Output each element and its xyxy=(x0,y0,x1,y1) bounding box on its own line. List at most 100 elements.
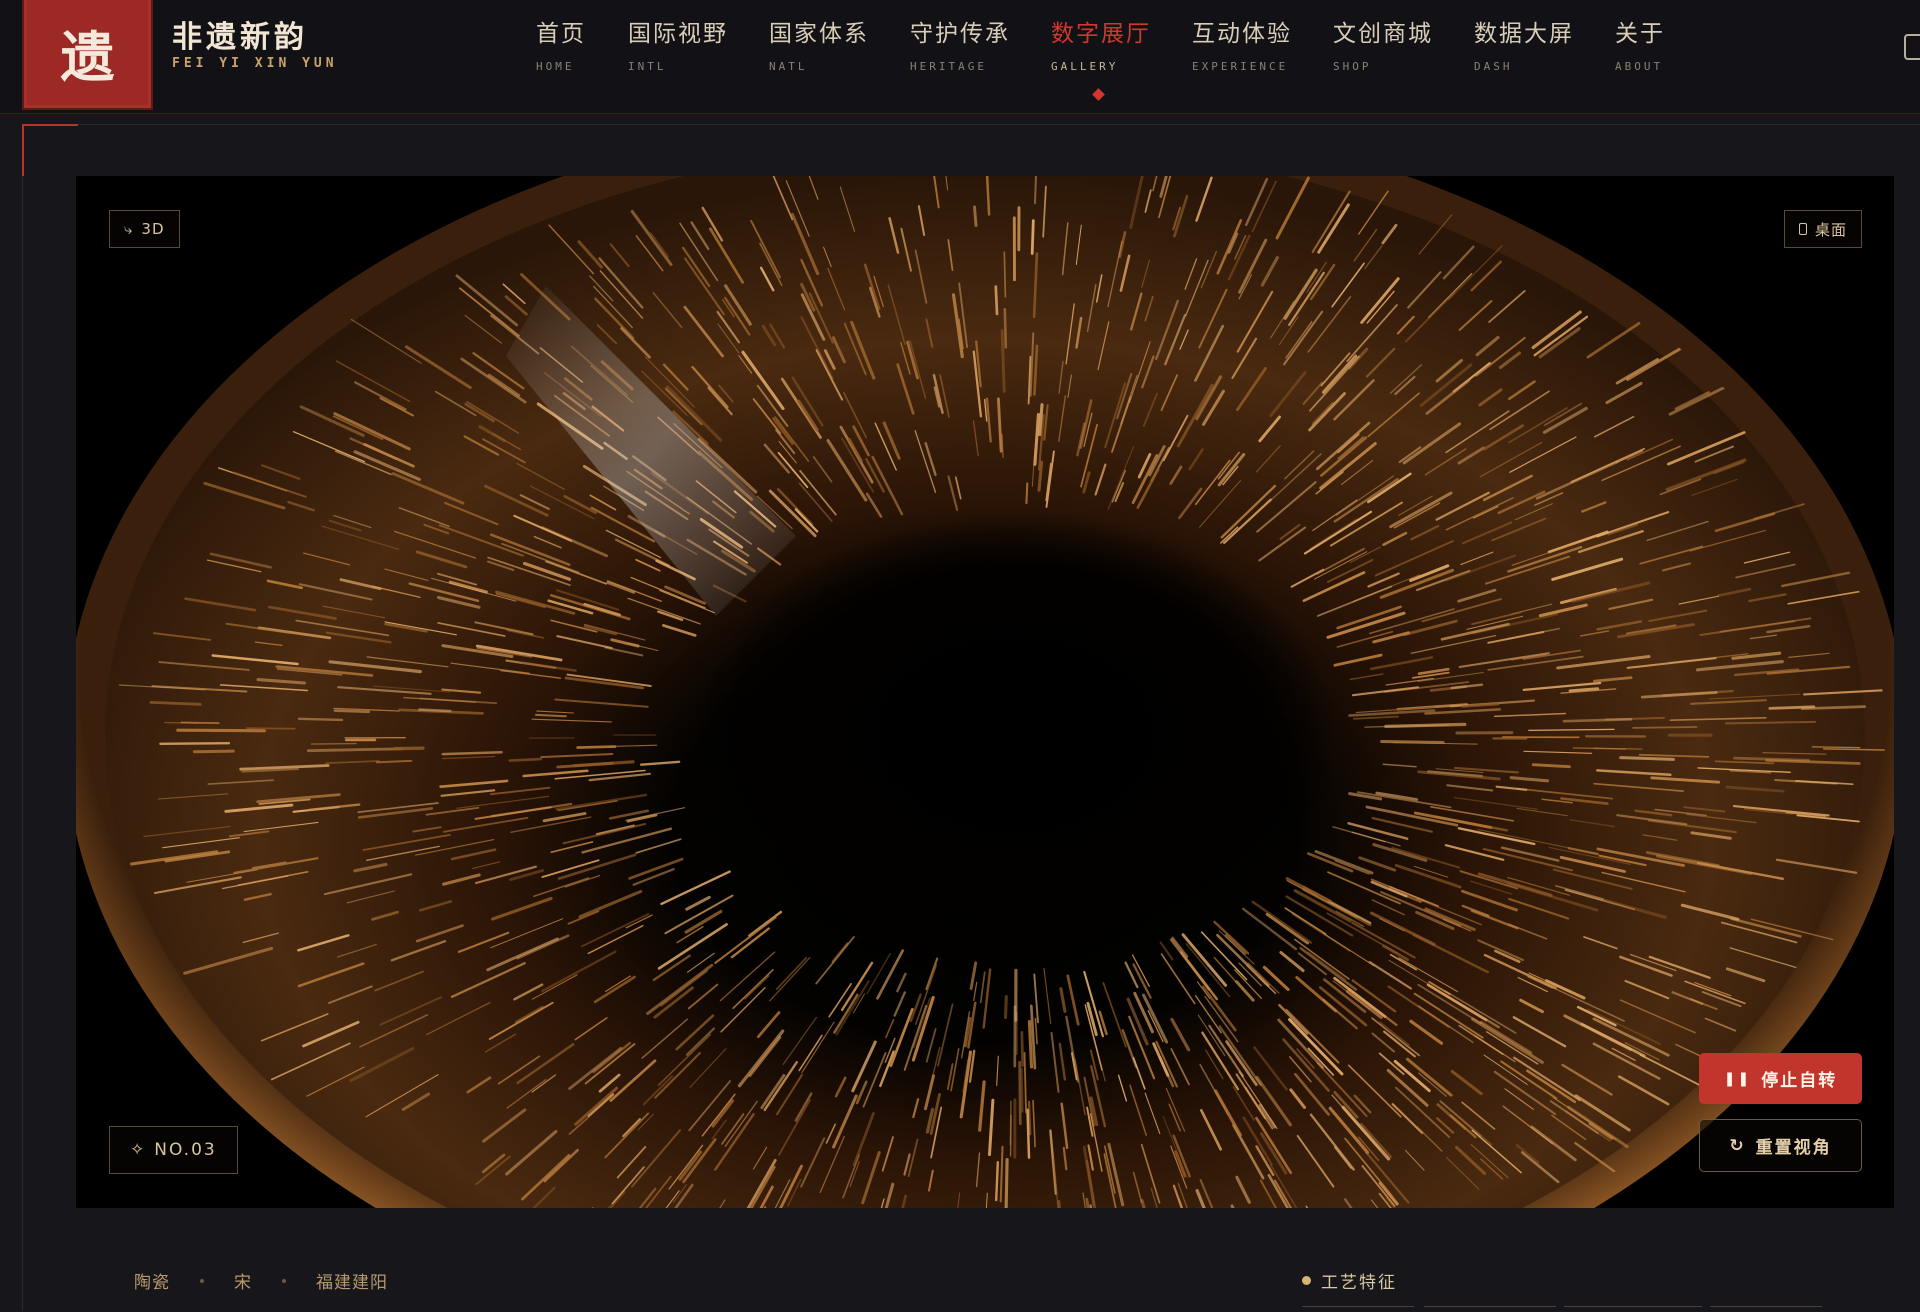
glaze-streak xyxy=(1028,1110,1030,1158)
glaze-streak xyxy=(419,710,450,711)
glaze-streak xyxy=(1533,765,1569,767)
glaze-streak xyxy=(1770,707,1814,709)
view-mode-chip[interactable]: ⤷ 3D xyxy=(109,210,180,248)
glaze-streak xyxy=(178,730,265,731)
bag-icon[interactable] xyxy=(1904,34,1920,60)
glaze-streak xyxy=(195,751,234,752)
bullet-dot xyxy=(1302,1276,1311,1285)
feature-tag[interactable] xyxy=(1564,1306,1702,1312)
nav-label: 国家体系 xyxy=(769,14,869,48)
device-mode-label: 桌面 xyxy=(1815,219,1847,240)
glaze-streak xyxy=(1382,742,1444,743)
glaze-streak xyxy=(996,287,997,314)
feature-tag[interactable] xyxy=(1424,1306,1556,1312)
device-icon xyxy=(1799,223,1807,235)
nav-item-about[interactable]: 关于 ABOUT xyxy=(1615,14,1665,73)
nav-item-heritage[interactable]: 守护传承 HERITAGE xyxy=(910,14,1010,73)
logo-seal[interactable]: 遗 xyxy=(24,0,151,108)
reset-view-button[interactable]: ↻ 重置视角 xyxy=(1699,1119,1862,1172)
rotate-3d-icon: ⤷ xyxy=(124,220,133,238)
nav-sublabel: HOME xyxy=(536,60,586,73)
nav-label: 关于 xyxy=(1615,14,1665,48)
brand-subtitle: FEI YI XIN YUN xyxy=(172,56,338,71)
nav-label: 文创商城 xyxy=(1333,14,1433,48)
glaze-streak xyxy=(1010,1101,1011,1144)
glaze-streak xyxy=(1621,758,1674,760)
active-nav-indicator xyxy=(1092,88,1105,101)
glaze-streak xyxy=(160,743,229,744)
nav-sublabel: EXPERIENCE xyxy=(1192,60,1292,73)
stop-rotation-label: 停止自转 xyxy=(1761,1066,1837,1091)
nav-label: 首页 xyxy=(536,14,586,48)
glaze-streak xyxy=(1022,1069,1023,1112)
glaze-streak xyxy=(1032,221,1033,254)
glaze-streak xyxy=(1020,1062,1021,1123)
glaze-streak xyxy=(335,711,369,712)
frame-corner-accent xyxy=(22,124,78,126)
glaze-streak xyxy=(1029,1022,1031,1067)
nav-item-natl[interactable]: 国家体系 NATL xyxy=(769,14,869,73)
sparkle-icon: ✧ xyxy=(130,1140,146,1160)
frame-divider xyxy=(78,124,1920,125)
reset-view-label: 重置视角 xyxy=(1756,1133,1832,1158)
top-header: 遗 非遗新韵 FEI YI XIN YUN 首页 HOME 国际视野 INTL … xyxy=(0,0,1920,114)
nav-sublabel: DASH xyxy=(1474,60,1574,73)
glaze-streak xyxy=(1006,1160,1007,1208)
feature-tag[interactable] xyxy=(1710,1306,1822,1312)
nav-item-shop[interactable]: 文创商城 SHOP xyxy=(1333,14,1433,73)
glaze-streak xyxy=(151,702,200,704)
nav-item-experience[interactable]: 互动体验 EXPERIENCE xyxy=(1192,14,1292,73)
glaze-streak xyxy=(1812,747,1859,748)
nav-item-dash[interactable]: 数据大屏 DASH xyxy=(1474,14,1574,73)
artifact-meta: 陶瓷 宋 福建建阳 xyxy=(134,1268,388,1293)
reset-icon: ↻ xyxy=(1729,1136,1745,1156)
nav-label: 数据大屏 xyxy=(1474,14,1574,48)
nav-sublabel: INTL xyxy=(628,60,728,73)
item-number: NO.03 xyxy=(154,1140,216,1160)
meta-category: 陶瓷 xyxy=(134,1268,170,1293)
frame-divider xyxy=(22,176,23,1311)
pause-icon: ❚❚ xyxy=(1724,1071,1751,1087)
meta-origin: 福建建阳 xyxy=(316,1268,388,1293)
glaze-streak xyxy=(247,728,295,729)
glaze-streak xyxy=(536,715,566,716)
glaze-streak xyxy=(975,207,977,226)
nav-item-intl[interactable]: 国际视野 INTL xyxy=(628,14,728,73)
glaze-streak xyxy=(299,719,342,720)
artifact-3d-viewer[interactable]: ⤷ 3D 桌面 ✧ NO.03 ❚❚ 停止自转 ↻ 重置视角 xyxy=(76,176,1894,1208)
glaze-streak xyxy=(312,744,357,745)
glaze-streak xyxy=(308,749,402,751)
glaze-streak xyxy=(510,759,541,761)
device-mode-chip[interactable]: 桌面 xyxy=(1784,210,1862,248)
glaze-streak xyxy=(1026,483,1027,503)
glaze-streak xyxy=(1386,724,1465,726)
feature-tag[interactable] xyxy=(1302,1306,1414,1312)
glaze-streak xyxy=(1005,309,1006,347)
bowl-well xyxy=(696,511,1336,961)
meta-separator xyxy=(282,1279,286,1283)
nav-sublabel: ABOUT xyxy=(1615,60,1665,73)
tea-bowl-render xyxy=(76,176,1894,1208)
nav-label: 国际视野 xyxy=(628,14,728,48)
frame-corner-accent xyxy=(22,124,24,176)
glaze-streak xyxy=(996,1162,998,1200)
nav-sublabel: HERITAGE xyxy=(910,60,1010,73)
features-title: 工艺特征 xyxy=(1321,1268,1397,1293)
nav-item-gallery[interactable]: 数字展厅 GALLERY xyxy=(1051,14,1151,73)
stop-rotation-button[interactable]: ❚❚ 停止自转 xyxy=(1699,1053,1862,1104)
meta-separator xyxy=(200,1279,204,1283)
nav-label: 数字展厅 xyxy=(1051,14,1151,48)
glaze-streak xyxy=(395,748,423,749)
glaze-streak xyxy=(1006,997,1007,1018)
nav-label: 守护传承 xyxy=(910,14,1010,48)
nav-label: 互动体验 xyxy=(1192,14,1292,48)
glaze-streak xyxy=(1022,1032,1023,1065)
nav-item-home[interactable]: 首页 HOME xyxy=(536,14,586,73)
nav-sublabel: SHOP xyxy=(1333,60,1433,73)
glaze-streak xyxy=(1004,252,1005,297)
nav-sublabel: GALLERY xyxy=(1051,60,1151,73)
glaze-streak xyxy=(377,761,412,762)
nav-sublabel: NATL xyxy=(769,60,869,73)
item-number-badge: ✧ NO.03 xyxy=(109,1126,238,1174)
meta-dynasty: 宋 xyxy=(234,1268,252,1293)
